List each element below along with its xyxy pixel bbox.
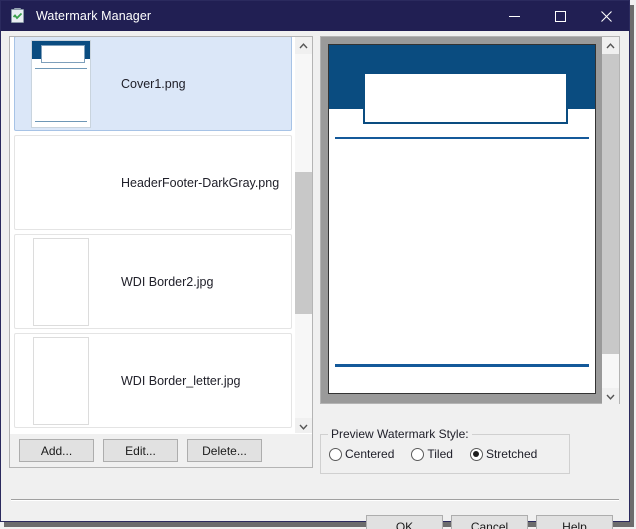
close-button[interactable] xyxy=(583,1,629,31)
list-action-buttons: Add... Edit... Delete... xyxy=(10,433,312,467)
maximize-button[interactable] xyxy=(537,1,583,31)
preview-rule-bottom xyxy=(335,364,589,367)
scroll-thumb[interactable] xyxy=(602,54,619,354)
radio-stretched-label: Stretched xyxy=(485,447,538,461)
radio-tiled-mark[interactable] xyxy=(411,447,425,461)
window-title: Watermark Manager xyxy=(36,9,152,23)
list-scrollbar[interactable] xyxy=(295,37,312,435)
radio-tiled[interactable]: Tiled xyxy=(411,447,453,461)
delete-button[interactable]: Delete... xyxy=(187,439,262,462)
radio-centered-label: Centered xyxy=(345,447,395,461)
radio-stretched[interactable]: Stretched xyxy=(469,447,538,461)
scroll-track[interactable] xyxy=(295,54,312,418)
clipboard-check-icon xyxy=(10,8,26,24)
cancel-button[interactable]: Cancel xyxy=(451,515,528,529)
watermark-list[interactable]: Cover1.png HeaderFooter-DarkGray.png WDI… xyxy=(10,37,296,435)
list-item[interactable]: HeaderFooter-DarkGray.png xyxy=(14,135,292,230)
thumbnail-slot xyxy=(15,38,107,130)
screenshot-root: Watermark Manager Cover1.png HeaderFoote… xyxy=(0,0,636,529)
list-item-label: HeaderFooter-DarkGray.png xyxy=(121,175,280,190)
radio-stretched-mark[interactable] xyxy=(469,447,483,461)
help-button[interactable]: Help xyxy=(536,515,613,529)
watermark-preview-panel xyxy=(320,36,620,405)
preview-style-groupbox: Preview Watermark Style: Centered Tiled … xyxy=(320,427,570,474)
thumbnail-slot xyxy=(15,137,107,229)
minimize-button[interactable] xyxy=(491,1,537,31)
watermark-manager-window: Watermark Manager Cover1.png HeaderFoote… xyxy=(0,0,630,529)
preview-scrollbar[interactable] xyxy=(602,37,619,405)
list-item[interactable]: WDI Border2.jpg xyxy=(14,234,292,329)
edit-button[interactable]: Edit... xyxy=(103,439,178,462)
blank-page-thumbnail xyxy=(33,237,89,326)
list-item[interactable]: WDI Border_letter.jpg xyxy=(14,333,292,428)
radio-tiled-label: Tiled xyxy=(427,447,453,461)
scroll-up-button[interactable] xyxy=(602,37,619,54)
list-item-label: WDI Border2.jpg xyxy=(121,274,214,289)
preview-style-radio-group: Centered Tiled Stretched xyxy=(329,447,554,461)
scroll-track[interactable] xyxy=(602,54,619,388)
cover-page-thumbnail xyxy=(31,39,91,128)
title-bar[interactable]: Watermark Manager xyxy=(1,1,629,31)
list-item[interactable]: Cover1.png xyxy=(14,37,292,131)
scroll-down-button[interactable] xyxy=(602,388,619,405)
thumbnail-slot xyxy=(15,236,107,328)
preview-title-box xyxy=(363,72,568,124)
thumbnail-slot xyxy=(15,335,107,427)
list-item-label: Cover1.png xyxy=(121,76,186,91)
add-button[interactable]: Add... xyxy=(19,439,94,462)
preview-page xyxy=(328,44,596,394)
watermark-list-panel: Cover1.png HeaderFooter-DarkGray.png WDI… xyxy=(9,36,313,468)
preview-rule-top xyxy=(335,137,589,139)
footer-separator xyxy=(11,499,619,501)
dialog-footer-buttons: OK Cancel Help xyxy=(358,515,613,529)
radio-centered[interactable]: Centered xyxy=(329,447,394,461)
list-item-label: WDI Border_letter.jpg xyxy=(121,373,241,388)
ok-button[interactable]: OK xyxy=(366,515,443,529)
preview-style-title: Preview Watermark Style: xyxy=(328,427,472,441)
scroll-thumb[interactable] xyxy=(295,172,312,314)
dialog-client-area: Cover1.png HeaderFooter-DarkGray.png WDI… xyxy=(2,31,628,529)
radio-centered-mark[interactable] xyxy=(329,447,342,461)
scroll-up-button[interactable] xyxy=(295,37,312,54)
blank-page-thumbnail xyxy=(33,336,89,425)
